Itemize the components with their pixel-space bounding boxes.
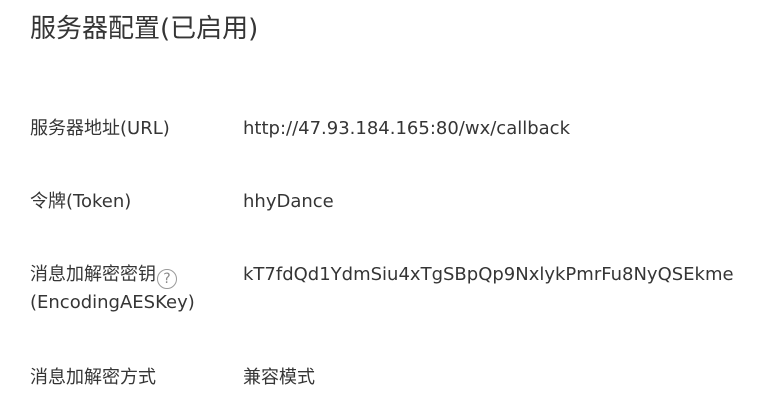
aes-key-value: kT7fdQd1YdmSiu4xTgSBpQp9NxlykPmrFu8NyQSE… [243,264,734,285]
question-circle-icon[interactable]: ? [157,269,177,289]
encrypt-mode-value: 兼容模式 [243,367,315,388]
aes-key-label-text: 消息加解密密钥 [30,264,156,285]
server-url-value: http://47.93.184.165:80/wx/callback [243,118,571,139]
token-value: hhyDance [243,191,334,212]
aes-key-label: 消息加解密密钥? (EncodingAESKey) [30,261,240,317]
server-url-label: 服务器地址(URL) [30,118,170,139]
page-title: 服务器配置(已启用) [30,14,259,44]
token-label: 令牌(Token) [30,191,132,212]
encrypt-mode-label: 消息加解密方式 [30,367,156,388]
aes-key-label-sub: (EncodingAESKey) [30,292,195,313]
